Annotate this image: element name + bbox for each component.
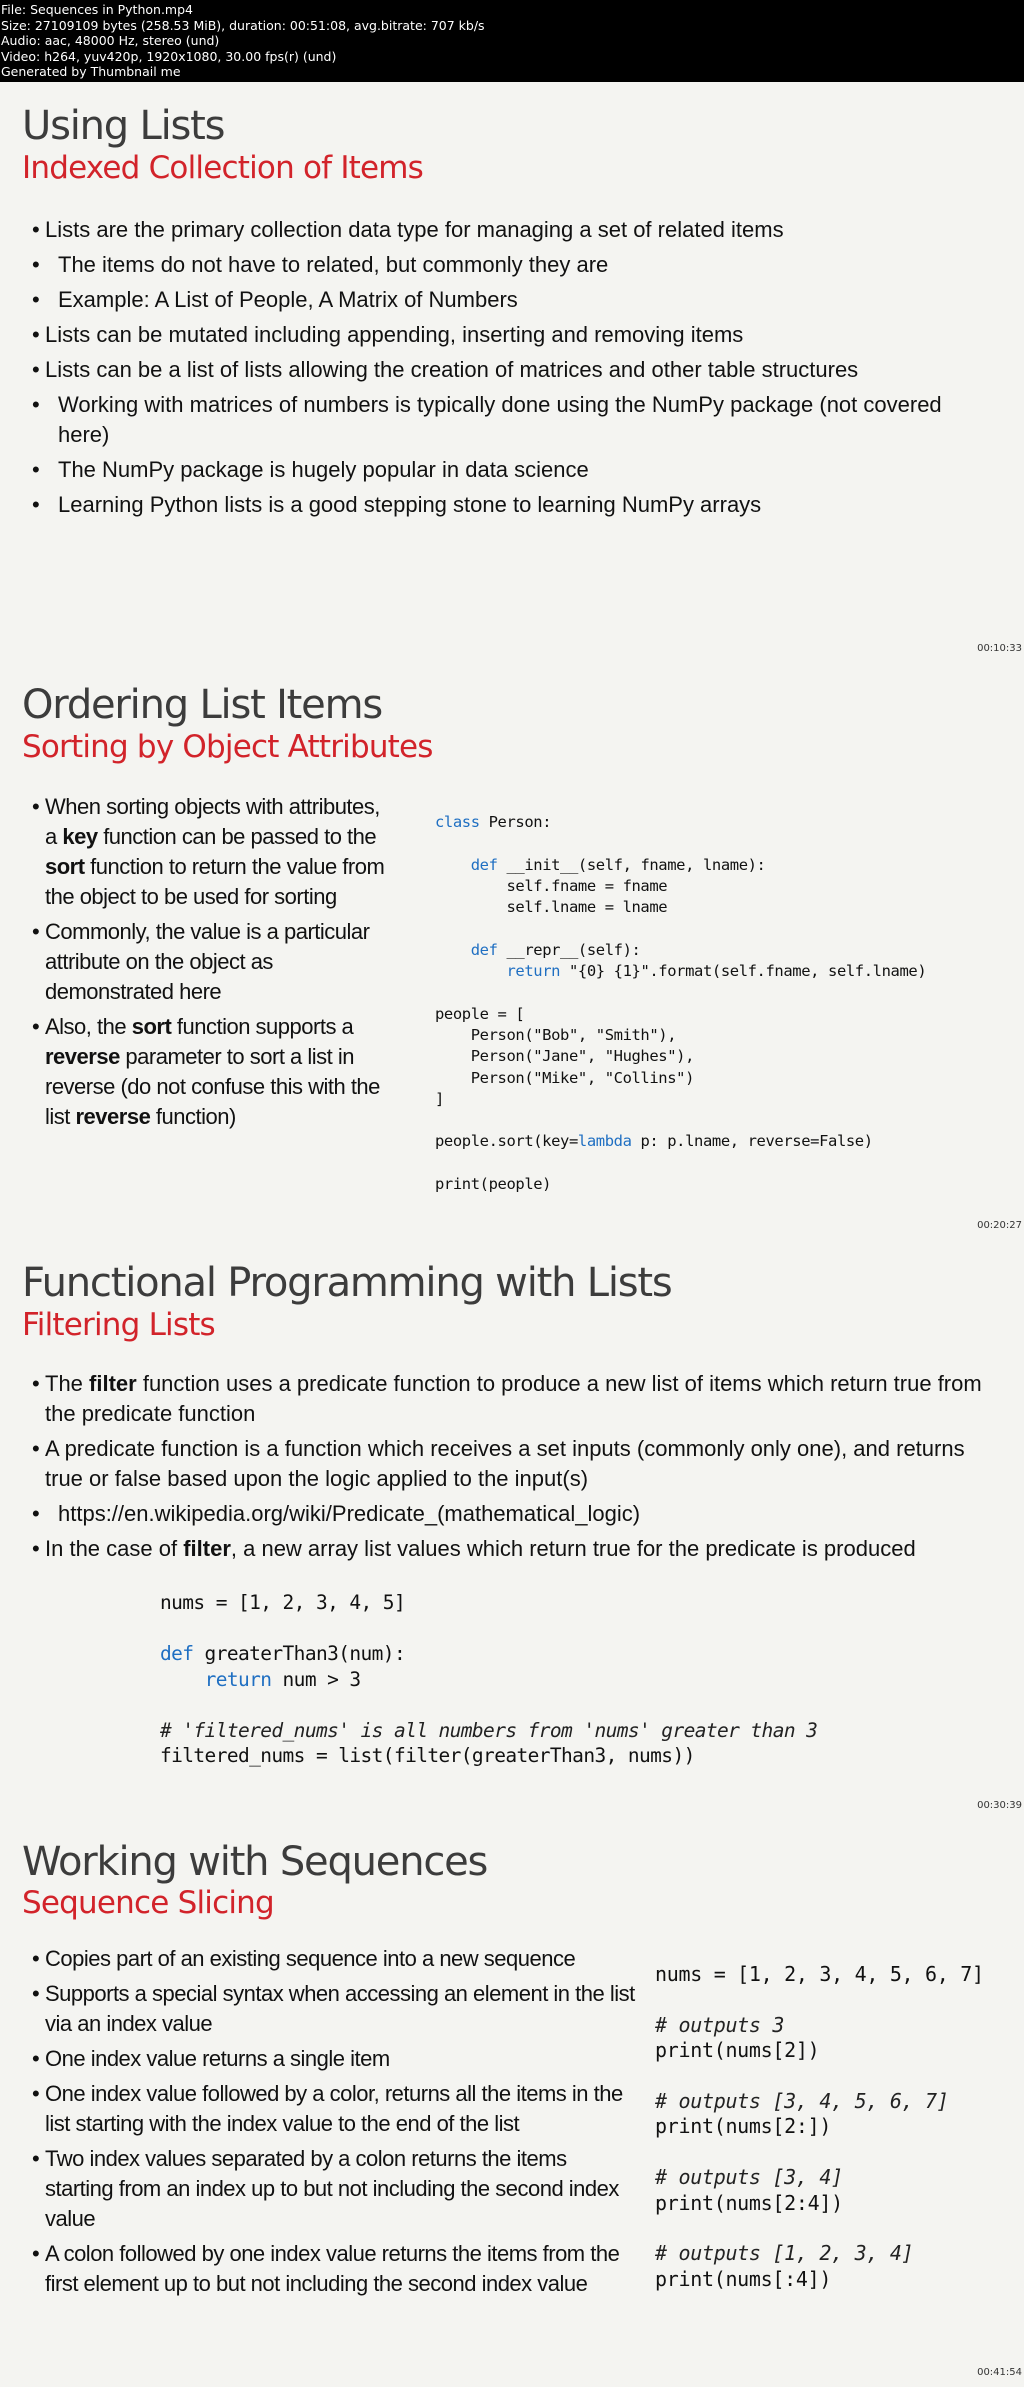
slide-title: Working with Sequences	[22, 1839, 488, 1885]
code-line: print(people)	[435, 1175, 552, 1194]
file-size: Size: 27109109 bytes (258.53 MiB), durat…	[1, 17, 485, 33]
code-line: ]	[435, 1089, 444, 1108]
code-line: # outputs [1, 2, 3, 4]	[655, 2241, 914, 2266]
keyword-filter: filter	[89, 1371, 137, 1396]
code-line: # outputs 3	[655, 2012, 785, 2037]
slide-functional-programming: Functional Programming with Lists Filter…	[0, 1240, 1024, 1820]
bullet-subitem: Example: A List of People, A Matrix of N…	[32, 285, 995, 315]
bullet-list: The filter function uses a predicate fun…	[32, 1369, 1000, 1564]
code-line: class Person:	[435, 813, 552, 831]
code-line: return num > 3	[204, 1667, 362, 1691]
slide-title: Using Lists	[22, 103, 225, 149]
slide-subtitle: Filtering Lists	[22, 1307, 216, 1343]
bullet-item: A colon followed by one index value retu…	[32, 2239, 635, 2299]
code-line: print(nums[:4])	[655, 2266, 832, 2291]
timestamp: 00:10:33	[977, 643, 1022, 654]
code-line: nums = [1, 2, 3, 4, 5, 6, 7]	[655, 1962, 984, 1986]
code-line: self.lname = lname	[435, 898, 668, 917]
code-line: # outputs [3, 4]	[655, 2165, 843, 2190]
timestamp: 00:30:39	[977, 1800, 1022, 1811]
code-line: Person("Jane", "Hughes"),	[435, 1047, 695, 1066]
code-block: class Person: def __init__(self, fname, …	[435, 812, 927, 1195]
code-line: filtered_nums = list(filter(greaterThan3…	[160, 1744, 695, 1767]
audio-info: Audio: aac, 48000 Hz, stereo (und)	[1, 33, 220, 48]
code-line: print(nums[2:])	[655, 2114, 832, 2139]
timestamp: 00:41:54	[977, 2367, 1022, 2378]
keyword-sort: sort	[131, 1014, 172, 1039]
code-line: # 'filtered_nums' is all numbers from 'n…	[160, 1718, 818, 1742]
bullet-item: Copies part of an existing sequence into…	[32, 1944, 635, 1974]
bullet-subitem: Learning Python lists is a good stepping…	[32, 490, 995, 520]
code-line: Person("Mike", "Collins")	[435, 1068, 695, 1087]
bullet-item: When sorting objects with attributes, a …	[32, 792, 395, 912]
video-info-header: File: Sequences in Python.mp4 Size: 2710…	[0, 0, 1024, 82]
wikipedia-link[interactable]: https://en.wikipedia.org/wiki/Predicate_…	[58, 1501, 640, 1526]
bullet-item: Lists are the primary collection data ty…	[32, 215, 995, 245]
bullet-subitem: The items do not have to related, but co…	[32, 250, 995, 280]
slide-using-lists: Using Lists Indexed Collection of Items …	[0, 82, 1024, 662]
bullet-item: Supports a special syntax when accessing…	[32, 1979, 635, 2039]
code-line: nums = [1, 2, 3, 4, 5]	[160, 1591, 406, 1614]
code-line: def greaterThan3(num):	[160, 1642, 406, 1665]
bullet-item: Lists can be a list of lists allowing th…	[32, 355, 995, 385]
keyword-sort: sort	[45, 854, 85, 879]
bullet-list: Lists are the primary collection data ty…	[32, 215, 995, 520]
code-block: nums = [1, 2, 3, 4, 5, 6, 7] # outputs 3…	[655, 1962, 984, 2292]
code-line: print(nums[2])	[655, 2038, 820, 2063]
code-line: def __repr__(self):	[470, 940, 641, 959]
slide-title: Ordering List Items	[22, 682, 383, 728]
bullet-subitem: The NumPy package is hugely popular in d…	[32, 455, 995, 485]
code-line: people = [	[435, 1004, 525, 1023]
code-line: # outputs [3, 4, 5, 6, 7]	[655, 2089, 949, 2114]
bullet-item: A predicate function is a function which…	[32, 1434, 1000, 1494]
slide-ordering-list-items: Ordering List Items Sorting by Object At…	[0, 662, 1024, 1240]
code-line: print(nums[2:4])	[655, 2190, 843, 2215]
bullet-item: Commonly, the value is a particular attr…	[32, 917, 395, 1007]
timestamp: 00:20:27	[977, 1220, 1022, 1231]
video-info: Video: h264, yuv420p, 1920x1080, 30.00 f…	[1, 48, 337, 64]
bullet-item: In the case of filter, a new array list …	[32, 1534, 1000, 1564]
keyword-reverse: reverse	[75, 1104, 151, 1129]
bullet-item: One index value returns a single item	[32, 2044, 635, 2074]
bullet-list: Copies part of an existing sequence into…	[32, 1944, 635, 2304]
bullet-list: When sorting objects with attributes, a …	[32, 792, 395, 1137]
bullet-item: One index value followed by a color, ret…	[32, 2079, 635, 2139]
keyword-reverse: reverse	[45, 1044, 120, 1069]
slide-subtitle: Sorting by Object Attributes	[22, 729, 433, 765]
slide-subtitle: Indexed Collection of Items	[22, 150, 424, 186]
slide-working-with-sequences: Working with Sequences Sequence Slicing …	[0, 1820, 1024, 2387]
code-line: self.fname = fname	[435, 876, 668, 895]
code-line: return "{0} {1}".format(self.fname, self…	[506, 962, 927, 981]
code-line: Person("Bob", "Smith"),	[435, 1025, 677, 1044]
bullet-item: Also, the sort function supports a rever…	[32, 1012, 395, 1132]
keyword-key: key	[62, 824, 98, 849]
code-line: people.sort(key=lambda p: p.lname, rever…	[435, 1132, 873, 1151]
code-line: def __init__(self, fname, lname):	[470, 855, 766, 874]
bullet-subitem: Working with matrices of numbers is typi…	[32, 390, 988, 450]
file-name: File: Sequences in Python.mp4	[1, 2, 193, 17]
bullet-item: Two index values separated by a colon re…	[32, 2144, 635, 2234]
code-block: nums = [1, 2, 3, 4, 5] def greaterThan3(…	[160, 1590, 818, 1769]
slide-subtitle: Sequence Slicing	[22, 1885, 275, 1921]
bullet-subitem: https://en.wikipedia.org/wiki/Predicate_…	[32, 1499, 1000, 1529]
keyword-filter: filter	[183, 1536, 231, 1561]
bullet-item: The filter function uses a predicate fun…	[32, 1369, 1000, 1429]
bullet-item: Lists can be mutated including appending…	[32, 320, 995, 350]
slide-title: Functional Programming with Lists	[22, 1260, 673, 1306]
generator-info: Generated by Thumbnail me	[1, 64, 181, 79]
